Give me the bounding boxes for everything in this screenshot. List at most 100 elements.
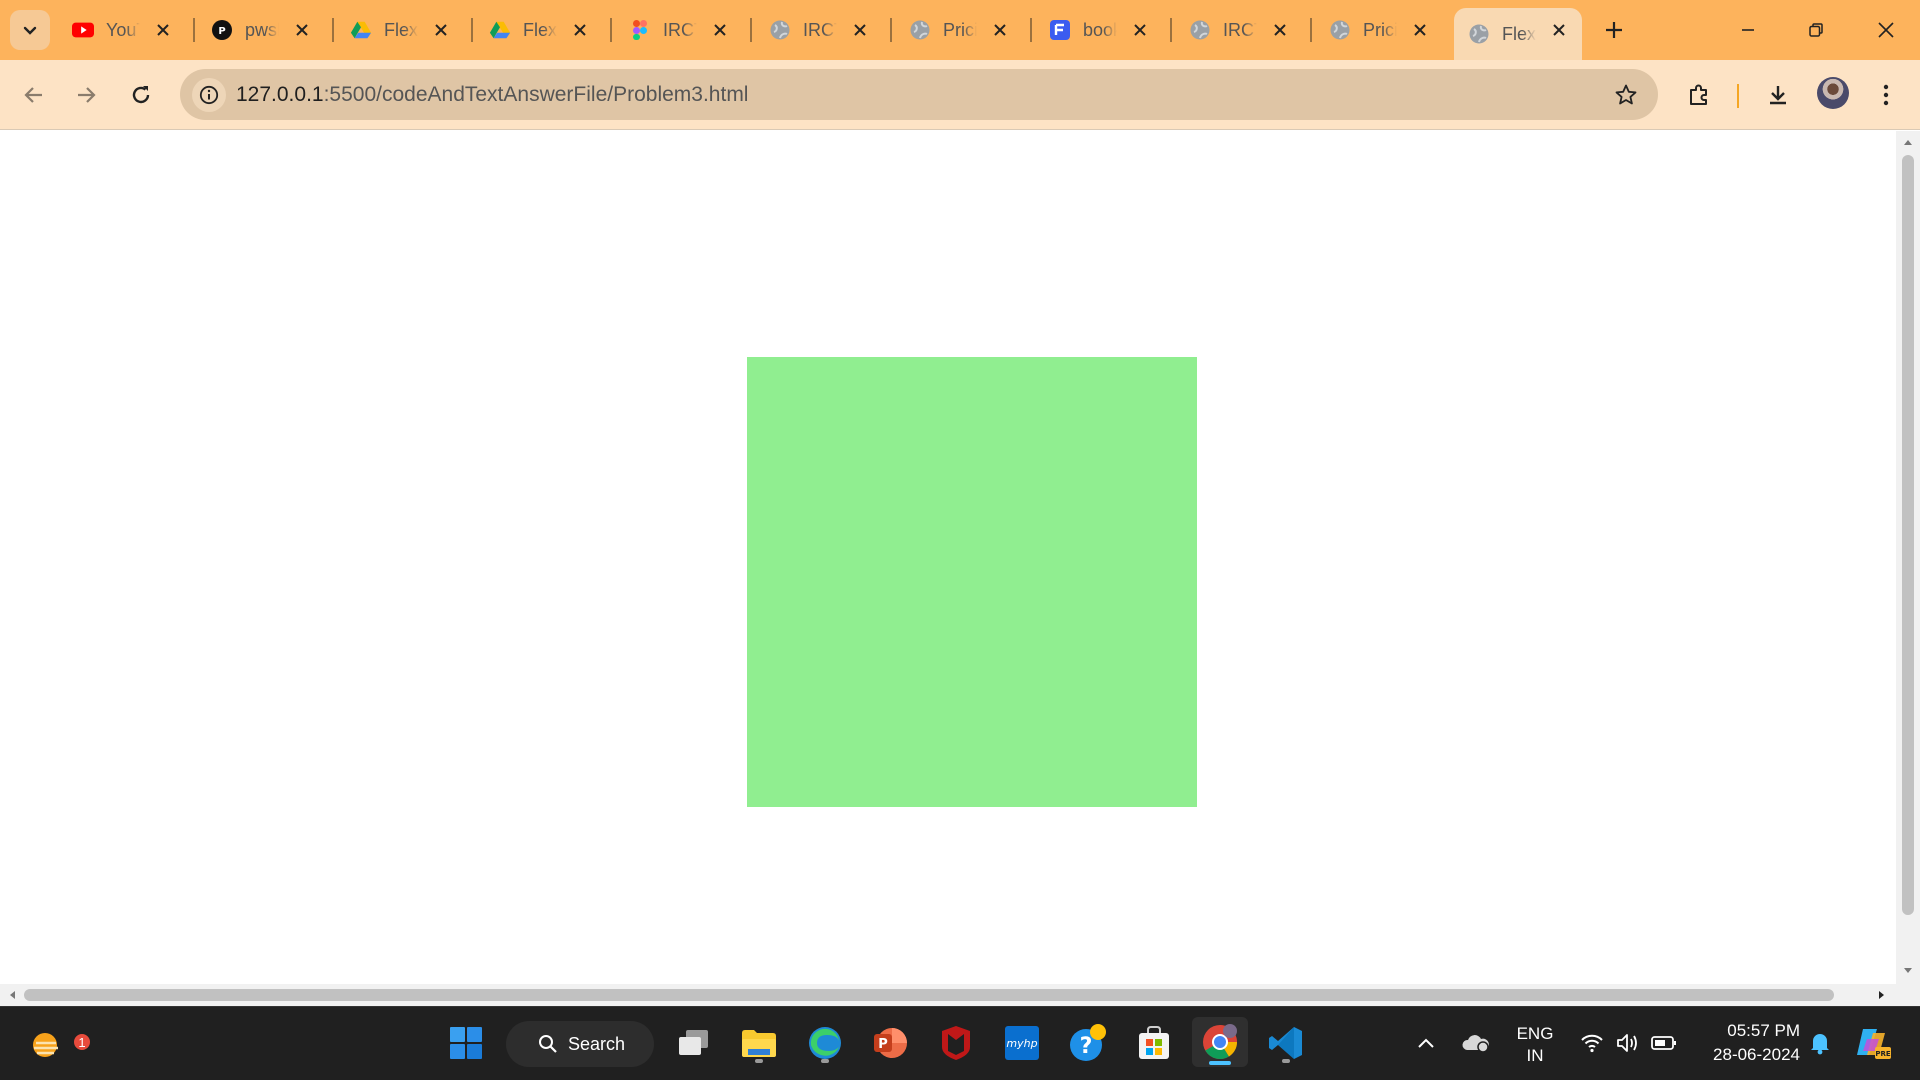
close-icon[interactable]: [709, 19, 731, 41]
battery-button[interactable]: [1646, 1021, 1682, 1065]
close-icon[interactable]: [1548, 19, 1570, 41]
volume-button[interactable]: [1610, 1021, 1646, 1065]
tab-title: Flexbox: [523, 19, 557, 40]
bookmark-star-button[interactable]: [1612, 81, 1640, 109]
close-icon[interactable]: [291, 19, 313, 41]
chevron-down-icon: [23, 26, 37, 35]
globe-icon: [1468, 23, 1490, 45]
tab-flexbox-active[interactable]: Flexbox: [1454, 8, 1582, 60]
profile-avatar[interactable]: [1817, 77, 1849, 109]
tab-title: pwskills: [245, 19, 279, 40]
tab-separator: [332, 18, 334, 42]
url-text[interactable]: 127.0.0.1:5500/codeAndTextAnswerFile/Pro…: [236, 83, 748, 107]
edge-button[interactable]: [803, 1021, 847, 1065]
globe-icon: [769, 19, 791, 41]
tab-book[interactable]: book: [1035, 10, 1163, 50]
mcafee-button[interactable]: [934, 1021, 978, 1065]
tab-separator: [610, 18, 612, 42]
tab-pwskills[interactable]: P pwskills: [197, 10, 325, 50]
wifi-button[interactable]: [1574, 1021, 1610, 1065]
notifications-button[interactable]: [1802, 1021, 1838, 1065]
vscode-button[interactable]: [1264, 1021, 1308, 1065]
tab-separator: [1310, 18, 1312, 42]
star-icon: [1615, 84, 1637, 105]
tab-pricing-1[interactable]: Pricing: [895, 10, 1023, 50]
weather-widget[interactable]: 1: [24, 1021, 92, 1065]
tab-title: Pricing: [943, 19, 977, 40]
back-button[interactable]: [14, 75, 54, 115]
edge-icon: [809, 1027, 841, 1059]
svg-text:P: P: [218, 26, 225, 37]
url-path: :5500/codeAndTextAnswerFile/Problem3.htm…: [323, 83, 749, 106]
chrome-button[interactable]: [1192, 1017, 1248, 1067]
microsoft-store-button[interactable]: [1132, 1021, 1176, 1065]
tab-irctc-2[interactable]: IRCTC: [1175, 10, 1303, 50]
tab-irctc-1[interactable]: IRCTC: [755, 10, 883, 50]
close-icon[interactable]: [430, 19, 452, 41]
search-label: Search: [568, 1033, 626, 1054]
address-bar[interactable]: 127.0.0.1:5500/codeAndTextAnswerFile/Pro…: [180, 69, 1658, 120]
vertical-scrollbar[interactable]: [1896, 131, 1920, 984]
scroll-left-icon: [10, 991, 15, 999]
onedrive-button[interactable]: [1456, 1021, 1496, 1065]
extensions-button[interactable]: [1679, 75, 1719, 115]
powerpoint-button[interactable]: P: [868, 1021, 912, 1065]
horizontal-scrollbar[interactable]: [0, 984, 1920, 1006]
help-icon: ?: [1070, 1024, 1106, 1061]
page-viewport: [0, 131, 1896, 984]
tab-pricing-2[interactable]: Pricing: [1315, 10, 1443, 50]
close-icon[interactable]: [1129, 19, 1151, 41]
close-icon[interactable]: [1269, 19, 1291, 41]
copilot-button[interactable]: PRE: [1850, 1021, 1894, 1065]
speaker-icon: [1617, 1034, 1637, 1052]
get-help-button[interactable]: ?: [1066, 1021, 1110, 1065]
tab-flexbox-drive-1[interactable]: Flexbox: [336, 10, 464, 50]
wifi-icon: [1581, 1034, 1603, 1053]
close-window-button[interactable]: [1866, 10, 1906, 50]
tab-irctc-figma[interactable]: IRCTC: [615, 10, 743, 50]
close-icon[interactable]: [989, 19, 1011, 41]
myhp-button[interactable]: myhp: [1000, 1021, 1044, 1065]
mcafee-icon: [942, 1026, 970, 1060]
file-explorer-button[interactable]: [737, 1021, 781, 1065]
tab-title: book: [1083, 19, 1117, 40]
vertical-scroll-thumb[interactable]: [1902, 155, 1914, 915]
tab-search-button[interactable]: [10, 10, 50, 50]
task-view-button[interactable]: [672, 1021, 716, 1065]
tab-flexbox-drive-2[interactable]: Flexbox: [475, 10, 603, 50]
horizontal-scroll-thumb[interactable]: [24, 989, 1834, 1001]
tab-separator: [193, 18, 195, 42]
tab-title: YouTube: [106, 19, 140, 40]
tab-title: IRCTC: [803, 19, 837, 40]
site-info-button[interactable]: [192, 78, 226, 112]
task-view-icon: [679, 1030, 708, 1055]
downloads-button[interactable]: [1758, 75, 1798, 115]
start-button[interactable]: [444, 1021, 488, 1065]
show-hidden-icons-button[interactable]: [1408, 1021, 1444, 1065]
language-indicator[interactable]: ENG IN: [1512, 1023, 1558, 1067]
tab-separator: [1030, 18, 1032, 42]
tab-title: Pricing: [1363, 19, 1397, 40]
menu-button[interactable]: [1866, 75, 1906, 115]
forms-icon: [1049, 19, 1071, 41]
taskbar-search[interactable]: Search: [506, 1021, 654, 1067]
store-icon: [1139, 1026, 1169, 1059]
forward-button[interactable]: [66, 75, 106, 115]
close-icon[interactable]: [849, 19, 871, 41]
figma-icon: [629, 19, 651, 41]
puzzle-icon: [1690, 84, 1707, 105]
close-icon[interactable]: [152, 19, 174, 41]
minimize-button[interactable]: [1728, 10, 1768, 50]
reload-button[interactable]: [121, 75, 161, 115]
chevron-up-icon: [1418, 1038, 1434, 1048]
new-tab-button[interactable]: [1598, 14, 1630, 46]
close-icon[interactable]: [1409, 19, 1431, 41]
globe-icon: [909, 19, 931, 41]
clock[interactable]: 05:57 PM 28-06-2024: [1690, 1019, 1800, 1067]
restore-button[interactable]: [1796, 10, 1836, 50]
reload-icon: [132, 86, 150, 104]
close-icon[interactable]: [569, 19, 591, 41]
vscode-icon: [1269, 1027, 1302, 1059]
tab-youtube[interactable]: YouTube: [58, 10, 186, 50]
clock-date: 28-06-2024: [1713, 1045, 1800, 1064]
